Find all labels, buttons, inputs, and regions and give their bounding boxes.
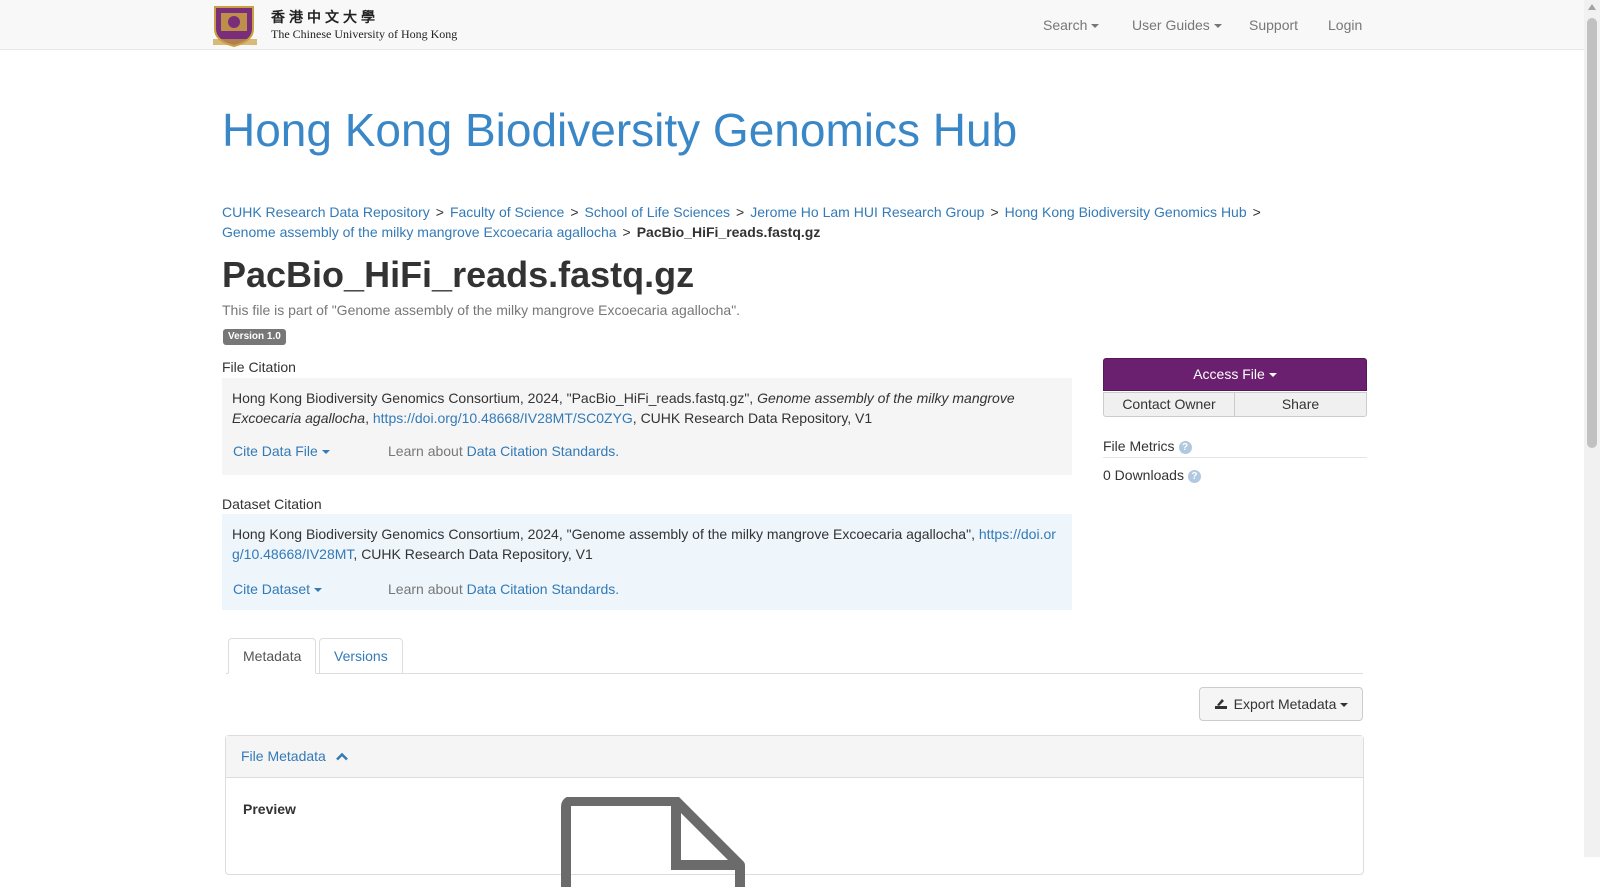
metrics-divider xyxy=(1103,457,1367,458)
share-button[interactable]: Share xyxy=(1234,392,1367,417)
breadcrumb-item-hub[interactable]: Hong Kong Biodiversity Genomics Hub xyxy=(1005,204,1247,220)
file-citation-text: Hong Kong Biodiversity Genomics Consorti… xyxy=(232,390,1015,426)
preview-label: Preview xyxy=(243,801,296,817)
cite-dataset-dropdown[interactable]: Cite Dataset xyxy=(233,579,323,599)
downloads-count: 0 Downloads? xyxy=(1103,467,1201,483)
breadcrumb-item-research-group[interactable]: Jerome Ho Lam HUI Research Group xyxy=(750,204,984,220)
export-metadata-button[interactable]: Export Metadata xyxy=(1199,687,1363,721)
caret-down-icon xyxy=(1213,24,1222,29)
top-navbar: 香港中文大學 The Chinese University of Hong Ko… xyxy=(0,0,1584,50)
nav-search-label: Search xyxy=(1043,17,1088,33)
breadcrumb-item-current: PacBio_HiFi_reads.fastq.gz xyxy=(636,224,821,240)
file-metadata-title[interactable]: File Metadata xyxy=(241,748,326,764)
caret-down-icon xyxy=(1268,373,1277,378)
scrollbar-thumb[interactable] xyxy=(1587,18,1597,448)
access-file-button[interactable]: Access File xyxy=(1103,358,1367,391)
version-badge: Version 1.0 xyxy=(223,329,286,345)
file-metrics-label: File Metrics? xyxy=(1103,438,1192,454)
nav-support-link[interactable]: Support xyxy=(1249,16,1298,34)
dataset-citation-text: Hong Kong Biodiversity Genomics Consorti… xyxy=(232,526,1056,562)
file-icon xyxy=(561,797,745,887)
file-metadata-panel: File Metadata Preview xyxy=(225,735,1364,887)
hub-title[interactable]: Hong Kong Biodiversity Genomics Hub xyxy=(222,102,1017,158)
dataset-citation-box: Hong Kong Biodiversity Genomics Consorti… xyxy=(222,514,1072,610)
dataset-citation-label: Dataset Citation xyxy=(222,496,322,512)
file-citation-learn: Learn about Data Citation Standards. xyxy=(388,443,620,459)
contact-owner-button[interactable]: Contact Owner xyxy=(1103,392,1235,417)
cite-data-file-dropdown[interactable]: Cite Data File xyxy=(233,441,330,461)
nav-login-link[interactable]: Login xyxy=(1328,16,1362,34)
breadcrumb-item-dataset[interactable]: Genome assembly of the milky mangrove Ex… xyxy=(222,224,617,240)
chevron-up-icon[interactable] xyxy=(335,752,348,761)
help-icon[interactable]: ? xyxy=(1187,469,1201,483)
file-metadata-header[interactable]: File Metadata xyxy=(226,736,1363,778)
help-icon[interactable]: ? xyxy=(1178,440,1192,454)
cite-data-file-label: Cite Data File xyxy=(233,443,318,459)
tab-versions[interactable]: Versions xyxy=(319,638,403,674)
file-citation-label: File Citation xyxy=(222,359,296,375)
export-metadata-label: Export Metadata xyxy=(1233,696,1337,712)
nav-user-guides-label: User Guides xyxy=(1132,17,1210,33)
scroll-up-arrow-icon[interactable] xyxy=(1588,4,1596,10)
cuhk-logo[interactable]: 香港中文大學 The Chinese University of Hong Ko… xyxy=(213,3,457,48)
caret-down-icon xyxy=(321,450,330,455)
access-file-label: Access File xyxy=(1193,366,1265,382)
caret-down-icon xyxy=(1091,24,1100,29)
logo-english-text: The Chinese University of Hong Kong xyxy=(271,27,458,41)
export-icon xyxy=(1214,699,1227,709)
data-citation-standards-link[interactable]: Data Citation Standards. xyxy=(467,581,620,597)
breadcrumb-item-school[interactable]: School of Life Sciences xyxy=(585,204,731,220)
cite-dataset-label: Cite Dataset xyxy=(233,581,311,597)
breadcrumb: CUHK Research Data Repository > Faculty of… xyxy=(222,204,1261,240)
file-citation-box: Hong Kong Biodiversity Genomics Consorti… xyxy=(222,378,1072,475)
tab-metadata[interactable]: Metadata xyxy=(228,638,317,674)
nav-search-dropdown[interactable]: Search xyxy=(1043,16,1100,34)
breadcrumb-item-repository[interactable]: CUHK Research Data Repository xyxy=(222,204,430,220)
breadcrumb-item-faculty[interactable]: Faculty of Science xyxy=(450,204,564,220)
page-title: PacBio_HiFi_reads.fastq.gz xyxy=(222,254,695,295)
file-doi-link[interactable]: https://doi.org/10.48668/IV28MT/SC0ZYG xyxy=(373,410,633,426)
logo-chinese-text: 香港中文大學 xyxy=(271,10,379,26)
caret-down-icon xyxy=(1340,703,1349,708)
data-citation-standards-link[interactable]: Data Citation Standards. xyxy=(467,443,620,459)
caret-down-icon xyxy=(314,588,323,593)
file-subtitle: This file is part of "Genome assembly of… xyxy=(222,302,741,318)
nav-user-guides-dropdown[interactable]: User Guides xyxy=(1132,16,1222,34)
dataset-citation-learn: Learn about Data Citation Standards. xyxy=(388,581,620,597)
page-scrollbar[interactable] xyxy=(1584,0,1600,857)
